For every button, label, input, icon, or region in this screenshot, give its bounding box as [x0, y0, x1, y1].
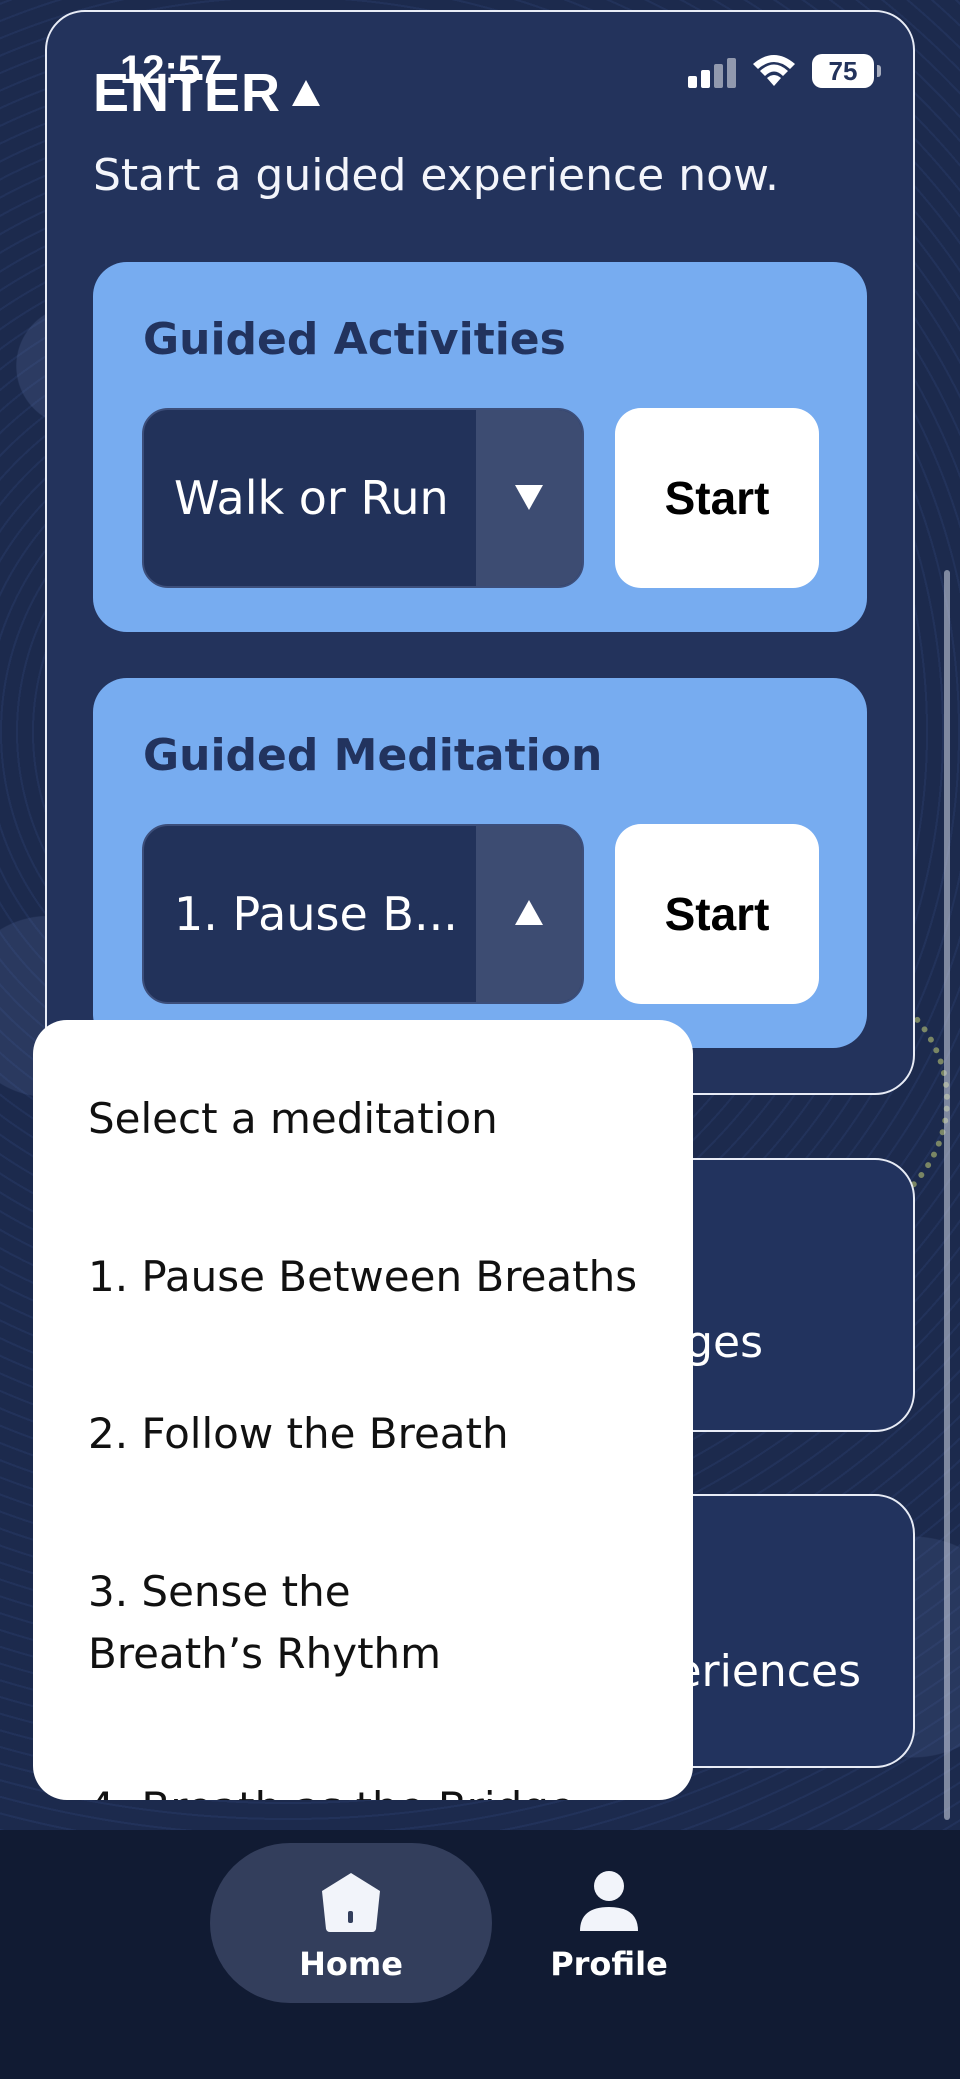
dropdown-option-3-line-1: 3. Sense the — [88, 1567, 351, 1616]
dropdown-option-4[interactable]: 4. Breath as the Bridge — [88, 1777, 575, 1800]
page-subtitle: Start a guided experience now. — [93, 150, 779, 201]
tab-home[interactable]: Home — [210, 1843, 492, 2003]
guided-activities-title: Guided Activities — [143, 314, 566, 365]
start-meditation-button[interactable]: Start — [615, 824, 819, 1004]
cellular-signal-icon — [688, 58, 738, 88]
activity-select[interactable]: Walk or Run — [142, 408, 584, 588]
dropdown-option-1[interactable]: 1. Pause Between Breaths — [88, 1246, 637, 1308]
start-activity-button[interactable]: Start — [615, 408, 819, 588]
meditation-select-toggle[interactable] — [476, 826, 582, 1002]
collapse-caret-icon[interactable] — [290, 78, 322, 108]
home-icon — [322, 1873, 380, 1932]
experience-card-1-label: ges — [685, 1317, 763, 1368]
profile-icon — [580, 1871, 638, 1931]
chevron-up-icon — [515, 900, 543, 925]
wifi-icon — [753, 55, 795, 86]
tab-profile[interactable]: Profile — [468, 1843, 750, 2003]
guided-meditation-title: Guided Meditation — [143, 730, 603, 781]
dropdown-placeholder[interactable]: Select a meditation — [88, 1088, 498, 1150]
meditation-select-value: 1. Pause B... — [174, 887, 458, 941]
dropdown-option-3-line-2: Breath’s Rhythm — [88, 1629, 442, 1678]
tab-profile-label: Profile — [550, 1945, 668, 1983]
dropdown-option-2[interactable]: 2. Follow the Breath — [88, 1403, 509, 1465]
scrollbar[interactable] — [944, 570, 950, 1820]
battery-indicator: 75 — [812, 54, 881, 88]
activity-select-value: Walk or Run — [174, 471, 449, 525]
chevron-down-icon — [515, 485, 543, 510]
meditation-dropdown-menu: Select a meditation 1. Pause Between Bre… — [33, 1020, 693, 1800]
activity-select-toggle[interactable] — [476, 410, 582, 586]
page-title: ENTER — [93, 63, 282, 123]
meditation-select[interactable]: 1. Pause B... — [142, 824, 584, 1004]
guided-activities-panel: Guided Activities Walk or Run Start — [93, 262, 867, 632]
tab-home-label: Home — [299, 1945, 403, 1983]
guided-meditation-panel: Guided Meditation 1. Pause B... Start — [93, 678, 867, 1048]
experience-card-2-label: eriences — [674, 1646, 861, 1697]
